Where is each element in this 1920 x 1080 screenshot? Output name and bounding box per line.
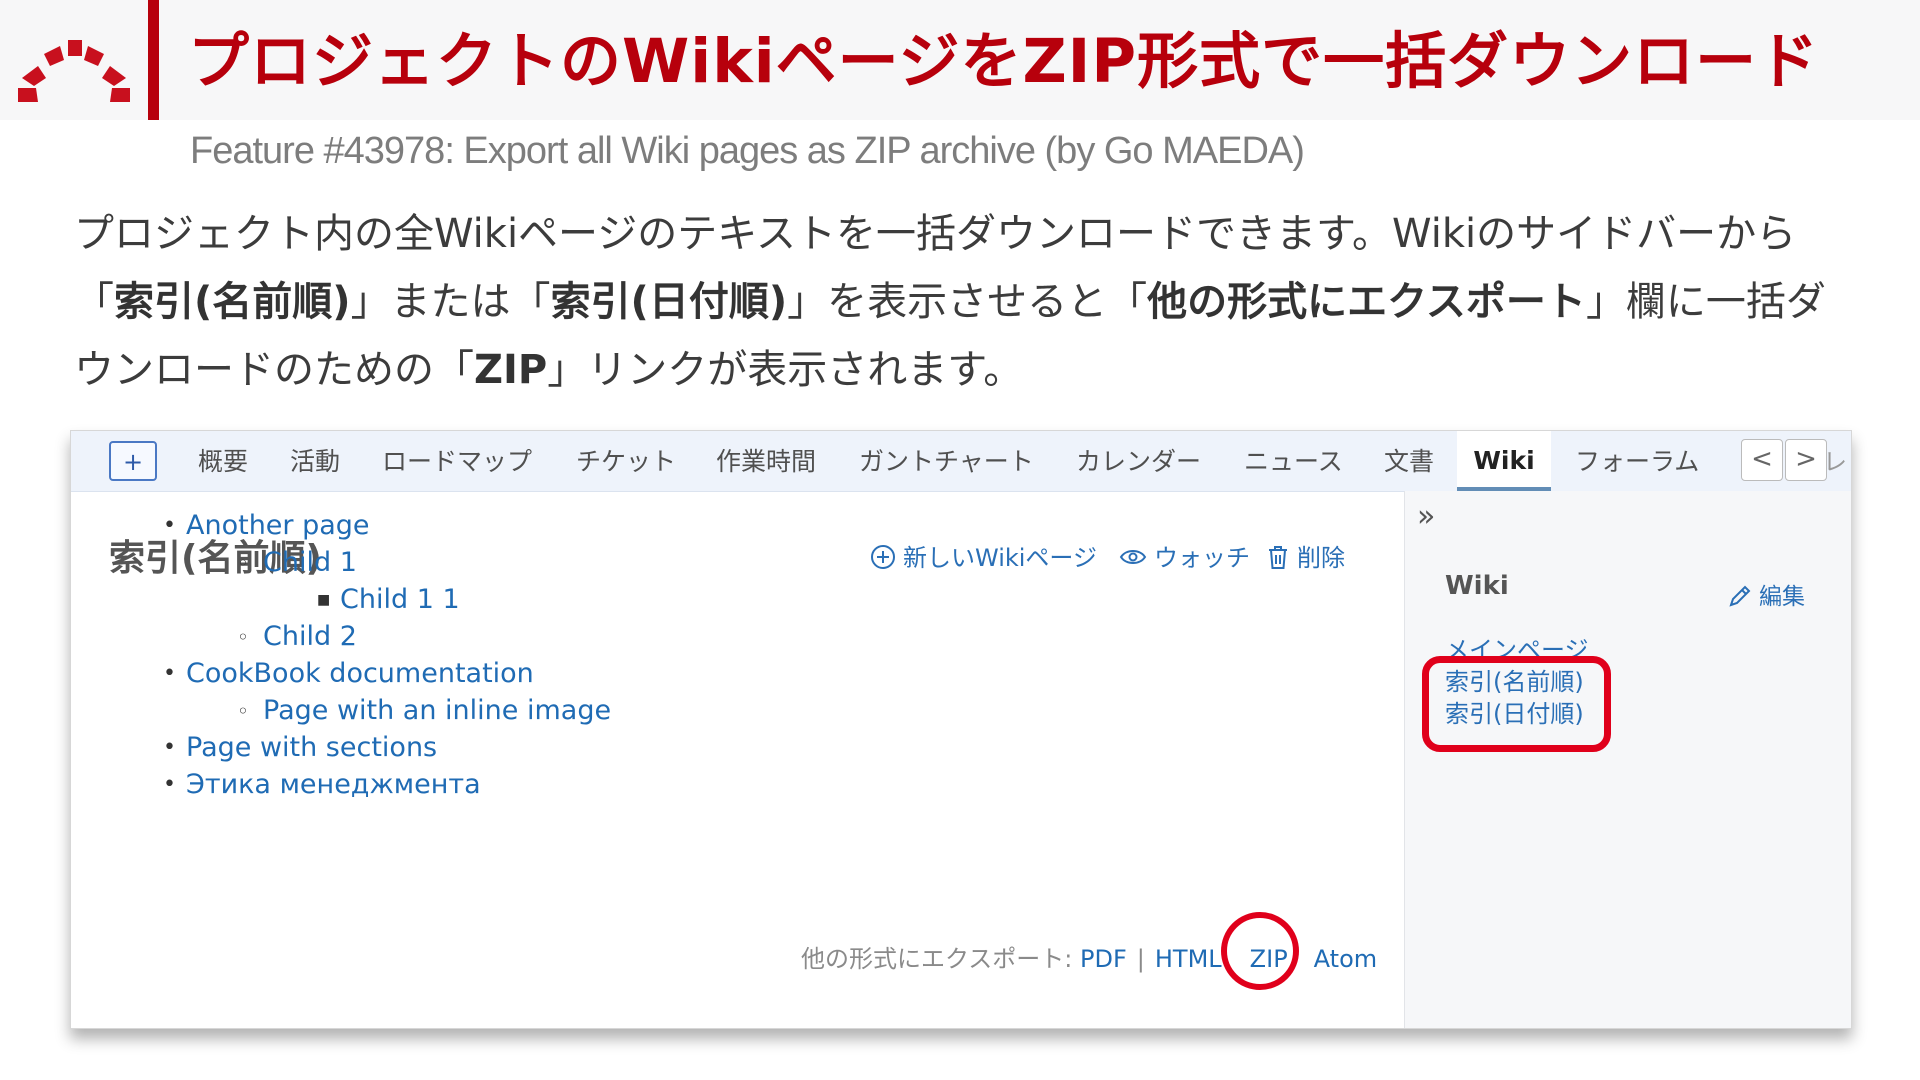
- add-icon: [871, 545, 895, 569]
- list-bullet-disc-icon: •: [163, 735, 176, 760]
- list-bullet-disc-icon: •: [163, 661, 176, 686]
- export-html-link[interactable]: HTML: [1155, 945, 1222, 973]
- sidebar-heading: Wiki: [1445, 571, 1509, 601]
- tabs-prev-button[interactable]: <: [1741, 439, 1783, 481]
- index-links-highlight-box: [1422, 656, 1611, 752]
- wiki-page-link[interactable]: CookBook documentation: [186, 657, 534, 691]
- list-bullet-circle-icon: ◦: [237, 551, 249, 575]
- desc-bold-zip: ZIP: [474, 347, 548, 393]
- slide-description: プロジェクト内の全Wikiページのテキストを一括ダウンロードできます。Wikiの…: [74, 211, 1826, 393]
- tab-activity[interactable]: 活動: [290, 431, 340, 491]
- zip-highlight-circle: [1221, 912, 1299, 990]
- tab-issues[interactable]: チケット: [576, 431, 676, 491]
- sidebar-edit-link[interactable]: 編集: [1727, 577, 1805, 611]
- slide-subtitle: Feature #43978: Export all Wiki pages as…: [190, 130, 1305, 172]
- tab-roadmap[interactable]: ロードマップ: [382, 431, 532, 491]
- desc-bold-export: 他の形式にエクスポート: [1147, 279, 1586, 325]
- wiki-page-link[interactable]: Page with an inline image: [263, 694, 611, 728]
- tab-documents[interactable]: 文書: [1384, 431, 1434, 491]
- wiki-page-link[interactable]: Another page: [186, 509, 370, 543]
- tab-overview[interactable]: 概要: [198, 431, 248, 491]
- tab-calendar[interactable]: カレンダー: [1076, 431, 1201, 491]
- tab-gantt[interactable]: ガントチャート: [859, 431, 1034, 491]
- sidebar: » Wiki 編集 メインページ 索引(名前順) 索引(日付順): [1404, 491, 1851, 1028]
- wiki-page-link[interactable]: Page with sections: [186, 731, 437, 765]
- project-menu: + 概要 活動 ロードマップ チケット 作業時間 ガントチャート カレンダー ニ…: [71, 431, 1851, 492]
- tab-time-entries[interactable]: 作業時間: [716, 431, 816, 491]
- tab-forums[interactable]: フォーラム: [1575, 431, 1699, 491]
- list-bullet-disc-icon: •: [163, 513, 176, 538]
- delete-link[interactable]: 削除: [1265, 541, 1345, 575]
- export-atom-link[interactable]: Atom: [1314, 945, 1377, 973]
- tabs-next-button[interactable]: >: [1785, 439, 1827, 481]
- watch-link[interactable]: ウォッチ: [1118, 541, 1250, 575]
- wiki-page-link[interactable]: Этика менеджмента: [186, 768, 481, 802]
- export-pdf-link[interactable]: PDF: [1080, 945, 1127, 973]
- eye-icon: [1119, 550, 1147, 564]
- redmine-logo-icon: [18, 40, 130, 102]
- tab-news[interactable]: ニュース: [1244, 431, 1343, 491]
- sidebar-toggle-icon[interactable]: »: [1417, 499, 1435, 534]
- list-bullet-disc-icon: •: [163, 772, 176, 797]
- list-bullet-circle-icon: ◦: [237, 699, 249, 723]
- export-separator: |: [1136, 945, 1145, 973]
- export-label: 他の形式にエクスポート:: [801, 945, 1073, 973]
- tab-overflow-fade: レ: [1823, 448, 1847, 476]
- title-accent-bar: [148, 0, 159, 120]
- list-bullet-square-icon: ■: [317, 592, 331, 608]
- desc-bold-index-date: 索引(日付順): [550, 279, 788, 325]
- list-bullet-circle-icon: ◦: [237, 625, 249, 649]
- new-object-button[interactable]: +: [109, 441, 157, 481]
- wiki-page-link[interactable]: Child 1: [263, 546, 357, 580]
- pencil-icon: [1729, 585, 1751, 607]
- wiki-page-link[interactable]: Child 2: [263, 620, 357, 654]
- slide-title: プロジェクトのWikiページをZIP形式で一括ダウンロード: [188, 26, 1820, 97]
- wiki-page-link[interactable]: Child 1 1: [340, 583, 460, 617]
- desc-bold-index-name: 索引(名前順): [114, 279, 351, 325]
- new-wiki-page-link[interactable]: 新しいWikiページ: [869, 541, 1097, 575]
- trash-icon: [1269, 546, 1287, 569]
- tab-wiki[interactable]: Wiki: [1457, 431, 1551, 491]
